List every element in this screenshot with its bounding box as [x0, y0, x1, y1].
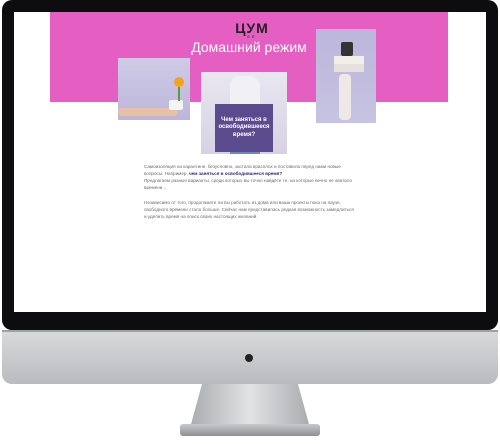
- article-line: и уделить время на поиск своих настоящих…: [144, 213, 258, 219]
- article-paragraph-2: Независимо от того, продолжаете ли вы ра…: [144, 200, 394, 221]
- article-paragraph-1: Самоизоляция на карантине, безусловно, з…: [144, 164, 394, 192]
- flower-stem-icon: [178, 87, 180, 101]
- article-text: вопросы. Например,: [144, 170, 188, 176]
- books-icon: [334, 56, 364, 64]
- cup-icon: [341, 42, 353, 56]
- flower-icon: [174, 77, 184, 87]
- article-line: вопросы. Например, чем заняться в освобо…: [144, 171, 394, 178]
- monitor-screen: ЦУМ ЕЁ Домашний режим Чем заняться в осв…: [14, 12, 486, 312]
- article-line: свободного времени стало больше. Сейчас …: [144, 206, 354, 212]
- brand-logo[interactable]: ЦУМ ЕЁ: [232, 20, 272, 39]
- article-line: Предлагаем разные варианты, среди которы…: [144, 177, 353, 183]
- hand-icon: [339, 74, 351, 120]
- camera-icon: [245, 354, 253, 362]
- article-highlight: чем заняться в освободившееся время?: [189, 170, 283, 176]
- monitor-base: [180, 424, 320, 436]
- promo-card[interactable]: Чем заняться в освободившееся время?: [215, 104, 273, 152]
- article-line: времени...: [144, 184, 167, 190]
- article-line: Независимо от того, продолжаете ли вы ра…: [144, 200, 341, 205]
- monitor-divider: [2, 330, 498, 332]
- monitor-stand: [190, 384, 310, 428]
- article-line: Самоизоляция на карантине, безусловно, з…: [144, 164, 341, 169]
- flower-pot-icon: [169, 100, 183, 110]
